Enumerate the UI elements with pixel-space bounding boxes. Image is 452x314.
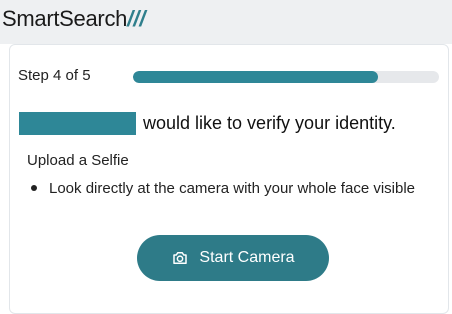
selfie-instruction: Look directly at the camera with your wh… — [49, 180, 416, 197]
start-camera-label: Start Camera — [199, 249, 295, 266]
verification-message: would like to verify your identity. — [143, 113, 396, 133]
step-indicator: Step 4 of 5 — [18, 67, 91, 84]
camera-icon — [173, 252, 188, 264]
brand-name: SmartSearch — [2, 6, 128, 31]
top-header: SmartSearch/// — [0, 0, 452, 44]
progress-bar-fill — [133, 71, 378, 83]
selfie-section-title: Upload a Selfie — [27, 152, 129, 169]
progress-bar — [133, 71, 439, 83]
brand-logo[interactable]: SmartSearch/// — [2, 6, 145, 32]
start-camera-button[interactable]: Start Camera — [137, 235, 329, 281]
redacted-company-name — [19, 112, 136, 135]
brand-mark: /// — [127, 6, 146, 31]
bullet-icon — [31, 185, 37, 191]
